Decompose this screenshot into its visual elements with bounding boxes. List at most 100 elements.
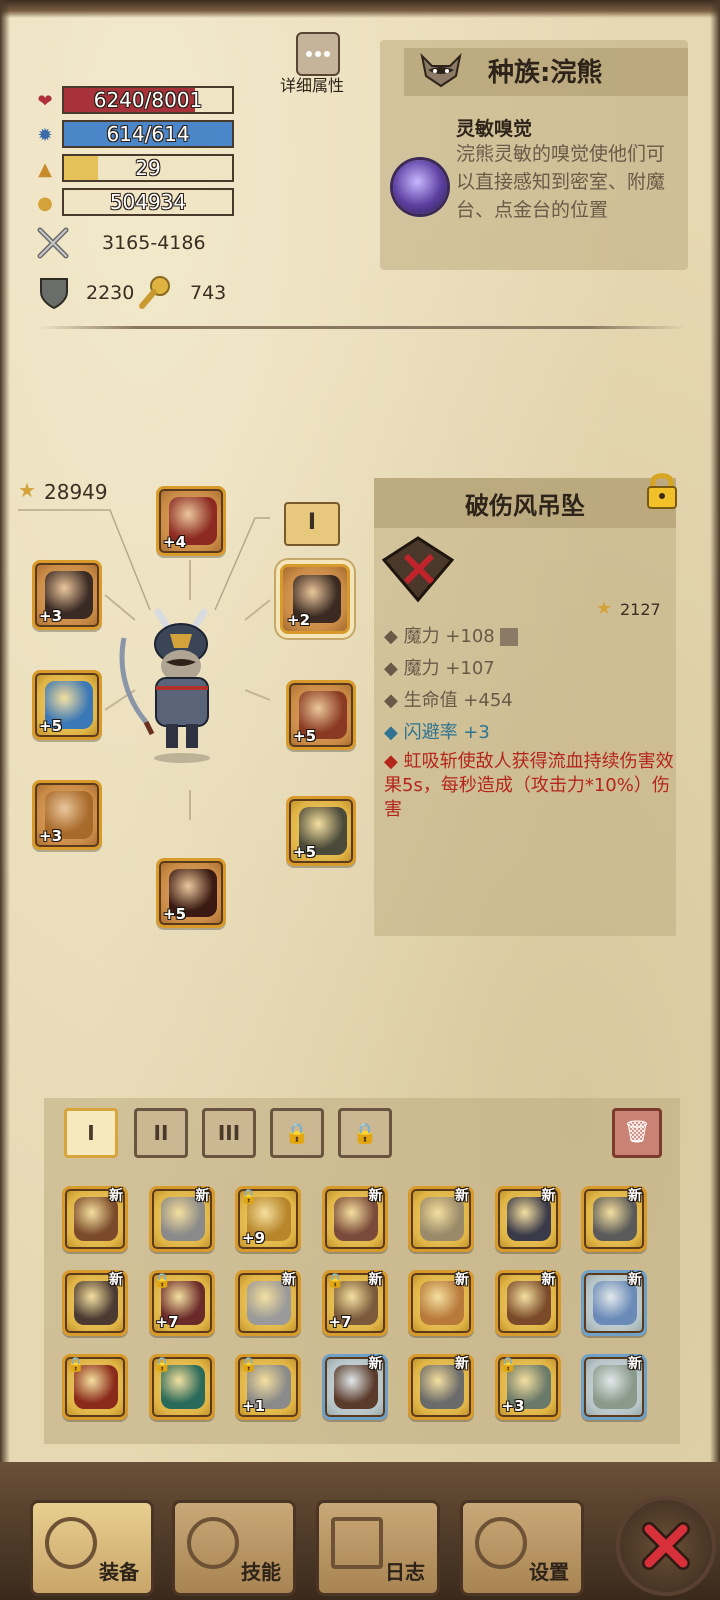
inventory-slot[interactable]: 新: [62, 1270, 128, 1336]
new-badge: 新: [368, 1188, 383, 1204]
inventory-slot[interactable]: 新: [408, 1270, 474, 1336]
equip-level: +5: [293, 843, 317, 861]
inventory-slot[interactable]: 新: [62, 1186, 128, 1252]
close-icon: [642, 1522, 690, 1570]
equip-level: +5: [39, 717, 63, 735]
star-icon: ★: [18, 478, 36, 502]
item-stat-text: 生命值 +454: [403, 690, 513, 711]
details-label: 详细属性: [280, 76, 345, 95]
upgrade-icon: [500, 628, 519, 646]
lock-icon: 🔒: [499, 1357, 517, 1373]
lock-icon[interactable]: [644, 470, 680, 510]
item-stat-line: ◆ 闪避率 +3: [384, 722, 490, 743]
inventory-slot[interactable]: 🔒 +1: [235, 1354, 301, 1420]
inventory-slot[interactable]: 新: [148, 1186, 215, 1252]
equip-level: +3: [39, 827, 63, 845]
inventory-slot[interactable]: 新: [408, 1354, 474, 1420]
attack-value: 3165-4186: [102, 232, 206, 254]
inventory-slot[interactable]: 新: [494, 1186, 561, 1252]
lock-icon: 🔒: [153, 1273, 171, 1289]
new-badge: 新: [541, 1272, 556, 1288]
lock-icon: 🔒: [326, 1273, 344, 1289]
lock-icon: 🔒: [240, 1357, 258, 1373]
inventory-slot[interactable]: 🔒 +3: [494, 1354, 561, 1420]
inventory-slot[interactable]: 新: [408, 1186, 474, 1252]
nav-label: 日志: [385, 1560, 425, 1584]
details-button[interactable]: [296, 32, 340, 76]
mp-text: 614/614: [106, 122, 190, 146]
inventory-slot[interactable]: 新: [581, 1186, 647, 1252]
raccoon-icon: [418, 50, 464, 90]
inventory-slot[interactable]: 新: [494, 1270, 561, 1336]
hero-character: [119, 608, 210, 763]
close-button[interactable]: [616, 1496, 716, 1596]
inventory-tab-3[interactable]: III: [202, 1108, 256, 1158]
inventory-slot[interactable]: 🔒 +9: [235, 1186, 301, 1252]
inventory-slot[interactable]: 🔒: [62, 1354, 128, 1420]
new-badge: 新: [455, 1356, 469, 1372]
equip-level: +5: [163, 905, 187, 923]
gold-bar: 504934: [62, 188, 234, 216]
equip-level: +2: [287, 611, 311, 629]
inventory-tab-1[interactable]: I: [64, 1108, 118, 1158]
detail-star-icon: ★: [596, 598, 613, 619]
heart-icon: ❤: [37, 90, 53, 112]
new-badge: 新: [368, 1356, 383, 1372]
inventory-tab-2[interactable]: II: [134, 1108, 188, 1158]
hp-text: 6240/8001: [93, 88, 203, 112]
level-text: 29: [135, 156, 161, 180]
lock-icon: 🔒: [67, 1357, 85, 1373]
equip-level: +5: [293, 727, 317, 745]
equip-slot-helmet[interactable]: +4: [156, 486, 226, 556]
trash-button[interactable]: 🗑: [612, 1108, 662, 1158]
set-tier-tag[interactable]: I: [284, 502, 340, 546]
inventory-tab-locked-2[interactable]: 🔒: [338, 1108, 392, 1158]
hp-bar: 6240/8001: [62, 86, 234, 114]
equip-slot-weapon[interactable]: +5: [32, 670, 102, 740]
item-stat-text: 魔力 +107: [403, 658, 495, 679]
amulet-detail-icon: [378, 530, 456, 610]
level-bar: 29: [62, 154, 234, 182]
item-stat-text: 闪避率 +3: [403, 722, 490, 743]
gear-icon: [475, 1517, 527, 1569]
inventory-slot[interactable]: 🔒: [148, 1354, 215, 1420]
trash-icon: 🗑: [623, 1120, 651, 1145]
inventory-slot[interactable]: 新: [321, 1354, 388, 1420]
lock-icon: 🔒: [153, 1357, 171, 1373]
equip-slot-boots[interactable]: +5: [156, 858, 226, 928]
equip-slot-gloves[interactable]: +3: [32, 780, 102, 850]
equip-slot-cloak[interactable]: +5: [286, 680, 356, 750]
mana-icon: ✹: [37, 124, 53, 146]
race-title: 种族:浣熊: [488, 58, 603, 88]
inventory-slot[interactable]: 🔒 +7: [148, 1270, 215, 1336]
inventory-slot[interactable]: 新: [321, 1186, 388, 1252]
nav-settings-button[interactable]: 设置: [460, 1500, 584, 1596]
raccoon-sense-skill-icon: [393, 160, 447, 214]
inventory-slot[interactable]: 新: [581, 1270, 647, 1336]
nav-equipment-button[interactable]: 装备: [30, 1500, 154, 1596]
equip-slot-pants[interactable]: +5: [286, 796, 356, 866]
nav-skills-button[interactable]: 技能: [172, 1500, 296, 1596]
race-skill-description: 浣熊灵敏的嗅觉使他们可以直接感知到密室、附魔台、点金台的位置: [456, 143, 666, 221]
equip-slot-amulet[interactable]: +2: [280, 564, 350, 634]
item-level: +7: [328, 1313, 352, 1331]
top-edge: [0, 0, 720, 18]
gold-text: 504934: [109, 190, 187, 214]
inventory-slot[interactable]: 🔒 新 +7: [321, 1270, 388, 1336]
new-badge: 新: [368, 1272, 383, 1288]
shield-icon: [38, 276, 70, 310]
new-badge: 新: [628, 1272, 642, 1288]
new-badge: 新: [455, 1188, 469, 1204]
inventory-slot[interactable]: 新: [581, 1354, 647, 1420]
mp-bar: 614/614: [62, 120, 234, 148]
nav-journal-button[interactable]: 日志: [316, 1500, 440, 1596]
gold-icon: ●: [37, 192, 53, 214]
nav-label: 设置: [529, 1560, 569, 1584]
equip-slot-mask[interactable]: +3: [32, 560, 102, 630]
item-level: +1: [242, 1397, 266, 1415]
inventory-slot[interactable]: 新: [235, 1270, 301, 1336]
inventory-tab-locked-1[interactable]: 🔒: [270, 1108, 324, 1158]
new-badge: 新: [109, 1272, 123, 1288]
axe-icon: [45, 1517, 97, 1569]
item-detail-stars: 2127: [620, 600, 661, 619]
